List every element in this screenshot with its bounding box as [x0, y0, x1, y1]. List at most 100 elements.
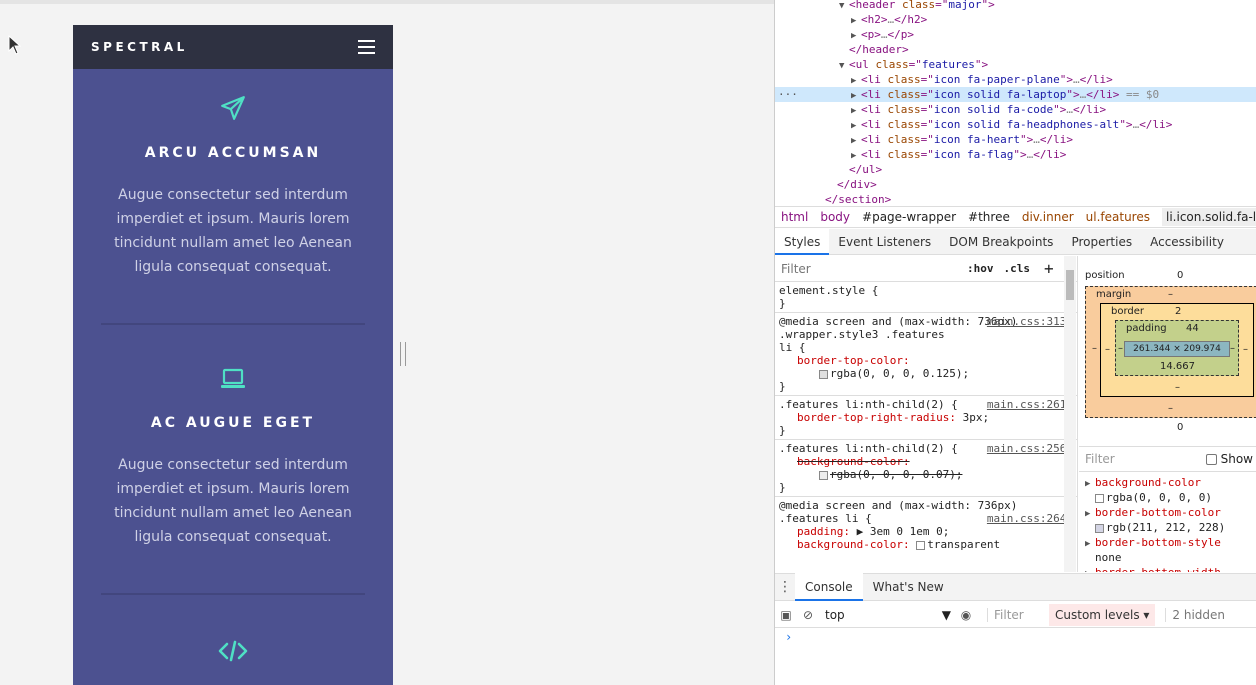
color-swatch-icon — [1095, 493, 1104, 503]
dom-node[interactable]: ▶ <li class="icon fa-flag">…</li> — [851, 147, 1066, 162]
rule-source-link[interactable]: main.css:2569 — [987, 442, 1073, 455]
tab-accessibility[interactable]: Accessibility — [1141, 229, 1233, 255]
hidden-count: 2 hidden — [1165, 607, 1225, 622]
log-levels-dropdown[interactable]: Custom levels ▾ — [1049, 603, 1156, 626]
mobile-preview: SPECTRAL ARCU ACCUMSAN Augue consectetur… — [73, 25, 393, 685]
color-swatch-icon[interactable] — [819, 470, 828, 480]
style-rule[interactable]: @media screen and (max-width: 736px) .fe… — [775, 497, 1077, 553]
tab-styles[interactable]: Styles — [775, 228, 830, 255]
computed-pane: position 0 margin – – – border 2 – – – p… — [1079, 256, 1256, 572]
feature-item: ARCU ACCUMSAN Augue consectetur sed inte… — [73, 69, 393, 279]
code-icon — [218, 640, 248, 662]
context-selector[interactable]: top ▼ — [825, 608, 955, 622]
feature-item — [73, 595, 393, 663]
color-swatch-icon — [1095, 523, 1104, 533]
page-viewport: SPECTRAL ARCU ACCUMSAN Augue consectetur… — [0, 0, 774, 685]
element-breadcrumbs: html body #page-wrapper #three div.inner… — [775, 206, 1256, 228]
menu-hamburger-icon[interactable] — [358, 40, 375, 54]
styles-pane: :hov .cls + element.style { } @media scr… — [775, 256, 1078, 572]
box-model-border[interactable]: border 2 – – – padding 44 – – 14.667 261… — [1100, 303, 1254, 397]
dom-tree: ▼ <header class="major"> ▶ <h2>…</h2> ▶ <p>… — [775, 0, 1256, 206]
color-swatch-icon[interactable] — [819, 369, 828, 379]
feature-title: ARCU ACCUMSAN — [144, 145, 322, 161]
style-rule[interactable]: .features li:nth-child(2) { main.css:256… — [775, 440, 1077, 497]
drawer-tabs: ⋮ Console What's New — [775, 573, 1256, 601]
dom-node[interactable]: ▶ <li class="icon solid fa-headphones-alt… — [851, 117, 1172, 132]
dom-node[interactable]: </header> — [849, 42, 909, 57]
dom-node[interactable]: ▶ <li class="icon solid fa-code">…</li> — [851, 102, 1106, 117]
show-all-checkbox[interactable]: Show — [1205, 452, 1256, 466]
dom-node[interactable]: </section> — [825, 192, 891, 206]
console-prompt-icon[interactable]: › — [785, 630, 792, 644]
eye-icon[interactable]: ◉ — [955, 608, 977, 622]
laptop-icon — [221, 368, 245, 388]
site-brand[interactable]: SPECTRAL — [91, 40, 188, 54]
dom-node[interactable]: ▶ <li class="icon fa-paper-plane">…</li> — [851, 72, 1113, 87]
color-swatch-icon[interactable] — [916, 540, 926, 550]
tab-console[interactable]: Console — [795, 573, 863, 601]
feature-item: AC AUGUE EGET Augue consectetur sed inte… — [73, 325, 393, 549]
style-rule[interactable]: @media screen and (max-width: 736px) .wr… — [775, 313, 1077, 396]
computed-filter-input[interactable]: Filter — [1085, 452, 1115, 466]
rule-source-link[interactable]: main.css:2648 — [987, 512, 1073, 525]
box-model-padding[interactable]: padding 44 – – 14.667 261.344 × 209.974 — [1115, 320, 1239, 376]
dom-node[interactable]: ▼ <ul class="features"> — [839, 57, 988, 72]
paper-plane-icon — [221, 96, 245, 120]
sidebar-toggle-icon[interactable]: ▣ — [775, 608, 797, 622]
style-property-overridden[interactable]: background-color: — [779, 455, 1073, 468]
styles-scrollbar[interactable] — [1064, 256, 1076, 572]
tab-properties[interactable]: Properties — [1062, 229, 1141, 255]
box-model-margin[interactable]: margin – – – border 2 – – – padding 44 –… — [1085, 286, 1256, 418]
breadcrumb-three[interactable]: #three — [968, 210, 1010, 224]
elements-sidebar-tabs: Styles Event Listeners DOM Breakpoints P… — [775, 228, 1256, 255]
new-rule-button[interactable]: + — [1044, 260, 1054, 277]
site-header: SPECTRAL — [73, 25, 393, 69]
computed-property[interactable]: ▶ border-bottom-color rgb(211, 212, 228) — [1085, 506, 1225, 534]
computed-property[interactable]: ▶ background-color rgba(0, 0, 0, 0) — [1085, 476, 1212, 504]
tab-event-listeners[interactable]: Event Listeners — [829, 229, 940, 255]
tab-whats-new[interactable]: What's New — [863, 573, 954, 601]
feature-title: AC AUGUE EGET — [150, 415, 316, 431]
dom-node[interactable]: ▶ <h2>…</h2> — [851, 12, 927, 27]
tab-dom-breakpoints[interactable]: DOM Breakpoints — [940, 229, 1062, 255]
computed-filter-bar: Filter Show — [1079, 446, 1256, 472]
hov-toggle-button[interactable]: :hov — [967, 262, 994, 275]
computed-property[interactable]: ▶ border-bottom-style none — [1085, 536, 1221, 564]
viewport-resize-handle[interactable] — [400, 342, 406, 366]
computed-property[interactable]: ▶border-bottom-width — [1085, 566, 1221, 572]
devtools-panel: ▼ <header class="major"> ▶ <h2>…</h2> ▶ <p>… — [774, 0, 1256, 685]
style-property[interactable]: border-top-right-radius: 3px; — [779, 411, 1073, 424]
style-property[interactable]: background-color: transparent — [779, 538, 1073, 551]
box-model-content[interactable]: 261.344 × 209.974 — [1124, 341, 1230, 357]
breadcrumb-html[interactable]: html — [781, 210, 808, 224]
rule-source-link[interactable]: main.css:2618 — [987, 398, 1073, 411]
dom-node[interactable]: </div> — [837, 177, 877, 192]
dom-node[interactable]: ▶ <p>…</p> — [851, 27, 914, 42]
drawer-menu-icon[interactable]: ⋮ — [775, 579, 795, 595]
console-toolbar: ▣ ⊘ top ▼ ◉ Filter Custom levels ▾ 2 hidd… — [775, 602, 1256, 628]
style-rule[interactable]: element.style { } — [775, 282, 1077, 313]
breadcrumb-ul-features[interactable]: ul.features — [1086, 210, 1150, 224]
feature-text: Augue consectetur sed interdum imperdiet… — [114, 187, 352, 275]
clear-console-icon[interactable]: ⊘ — [797, 608, 819, 622]
dom-node[interactable]: ▼ <header class="major"> — [839, 0, 995, 12]
console-filter-input[interactable]: Filter — [987, 607, 1045, 622]
style-rule[interactable]: .features li:nth-child(2) { main.css:261… — [775, 396, 1077, 440]
dom-node[interactable]: </ul> — [849, 162, 882, 177]
breadcrumb-li-laptop[interactable]: li.icon.solid.fa-laptop — [1162, 208, 1256, 226]
dom-node[interactable]: ▶ <li class="icon fa-heart">…</li> — [851, 132, 1073, 147]
styles-filter-input[interactable] — [781, 259, 957, 278]
styles-filter-bar: :hov .cls + — [775, 256, 1077, 282]
breadcrumb-div-inner[interactable]: div.inner — [1022, 210, 1074, 224]
mouse-cursor-icon — [8, 35, 22, 55]
dom-node-selected[interactable]: ··· ▶ <li class="icon solid fa-laptop">…<… — [775, 87, 1256, 102]
dropdown-arrow-icon: ▼ — [941, 607, 951, 622]
breadcrumb-page-wrapper[interactable]: #page-wrapper — [862, 210, 956, 224]
cls-toggle-button[interactable]: .cls — [1004, 262, 1031, 275]
style-property[interactable]: border-top-color: — [779, 354, 1073, 367]
style-property[interactable]: padding: ▶ 3em 0 1em 0; — [779, 525, 1073, 538]
box-model-diagram: position 0 margin – – – border 2 – – – p… — [1085, 270, 1256, 434]
viewport-top-strip — [0, 0, 774, 4]
rule-source-link[interactable]: main.css:3135 — [987, 315, 1073, 328]
breadcrumb-body[interactable]: body — [820, 210, 850, 224]
